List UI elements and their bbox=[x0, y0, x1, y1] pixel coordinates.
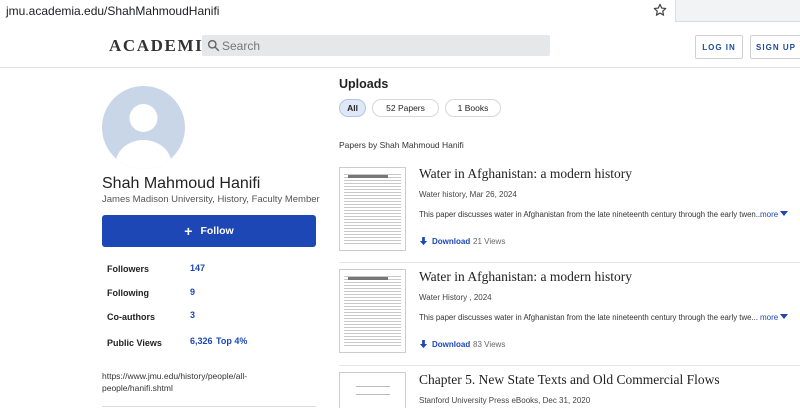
uploads-heading: Uploads bbox=[339, 77, 389, 91]
browser-bar: jmu.academia.edu/ShahMahmoudHanifi bbox=[0, 0, 800, 22]
paper-abstract: This paper discusses water in Afghanista… bbox=[419, 210, 763, 219]
academia-logo[interactable]: ACADEMIA bbox=[109, 36, 217, 56]
thumbnail-line bbox=[356, 394, 390, 395]
profile-affiliation: James Madison University, History, Facul… bbox=[102, 194, 320, 205]
thumbnail-page bbox=[344, 274, 401, 348]
follow-button[interactable]: + Follow bbox=[102, 215, 316, 247]
profile-website-link[interactable]: https://www.jmu.edu/history/people/all-p… bbox=[102, 370, 292, 394]
top-percent-badge: Top 4% bbox=[216, 336, 248, 346]
download-arrow-icon bbox=[419, 237, 428, 246]
more-label: more bbox=[760, 313, 779, 322]
stat-value-coauthors[interactable]: 3 bbox=[190, 310, 195, 320]
follow-label: Follow bbox=[200, 225, 234, 237]
download-link[interactable]: Download bbox=[419, 340, 470, 349]
paper-title[interactable]: Water in Afghanistan: a modern history bbox=[419, 166, 632, 182]
search-input[interactable] bbox=[222, 35, 542, 56]
paper-title[interactable]: Chapter 5. New State Texts and Old Comme… bbox=[419, 372, 720, 388]
thumbnail-heading bbox=[348, 175, 388, 178]
stat-label-coauthors: Co-authors bbox=[107, 312, 155, 322]
login-button[interactable]: LOG IN bbox=[695, 35, 743, 59]
download-label: Download bbox=[432, 237, 471, 246]
url-text[interactable]: jmu.academia.edu/ShahMahmoudHanifi bbox=[6, 4, 219, 18]
stat-label-followers: Followers bbox=[107, 264, 150, 274]
star-outline-icon[interactable] bbox=[652, 2, 668, 18]
stat-value-followers[interactable]: 147 bbox=[190, 263, 205, 273]
divider bbox=[339, 365, 800, 366]
thumbnail-line bbox=[356, 386, 390, 387]
more-link[interactable]: more bbox=[760, 313, 789, 322]
address-bar[interactable]: jmu.academia.edu/ShahMahmoudHanifi bbox=[0, 0, 676, 22]
search-bar[interactable] bbox=[202, 35, 550, 56]
caret-down-icon bbox=[780, 314, 789, 319]
default-avatar-icon bbox=[115, 104, 172, 169]
profile-name: Shah Mahmoud Hanifi bbox=[102, 175, 261, 192]
download-link[interactable]: Download bbox=[419, 237, 470, 246]
paper-title[interactable]: Water in Afghanistan: a modern history bbox=[419, 269, 632, 285]
more-link[interactable]: more bbox=[760, 210, 789, 219]
stat-label-public-views: Public Views bbox=[107, 338, 162, 348]
avatar bbox=[102, 86, 185, 169]
divider bbox=[339, 262, 800, 263]
download-arrow-icon bbox=[419, 340, 428, 349]
paper-abstract: This paper discusses water in Afghanista… bbox=[419, 313, 758, 322]
view-count: 21 Views bbox=[473, 237, 506, 246]
site-header: ACADEMIA LOG IN SIGN UP bbox=[0, 22, 800, 68]
stat-value-public-views: 6,326 bbox=[190, 336, 213, 346]
paper-thumbnail[interactable] bbox=[339, 167, 406, 251]
search-icon bbox=[207, 39, 220, 52]
divider bbox=[102, 406, 316, 407]
caret-down-icon bbox=[780, 211, 789, 216]
more-label: more bbox=[760, 210, 779, 219]
tab-papers[interactable]: 52 Papers bbox=[372, 99, 439, 117]
paper-meta: Water History , 2024 bbox=[419, 293, 492, 302]
download-label: Download bbox=[432, 340, 471, 349]
paper-meta: Stanford University Press eBooks, Dec 31… bbox=[419, 396, 591, 405]
plus-icon: + bbox=[184, 223, 193, 239]
tab-all[interactable]: All bbox=[339, 99, 366, 117]
stat-value-following[interactable]: 9 bbox=[190, 287, 195, 297]
thumbnail-page bbox=[344, 172, 401, 246]
paper-meta: Water history, Mar 26, 2024 bbox=[419, 190, 517, 199]
papers-by-heading: Papers by Shah Mahmoud Hanifi bbox=[339, 140, 464, 150]
signup-button[interactable]: SIGN UP bbox=[750, 35, 800, 59]
paper-thumbnail[interactable] bbox=[339, 269, 406, 353]
tab-books[interactable]: 1 Books bbox=[445, 99, 501, 117]
paper-thumbnail[interactable] bbox=[339, 372, 406, 408]
stat-label-following: Following bbox=[107, 288, 149, 298]
thumbnail-heading bbox=[348, 277, 388, 280]
view-count: 83 Views bbox=[473, 340, 506, 349]
